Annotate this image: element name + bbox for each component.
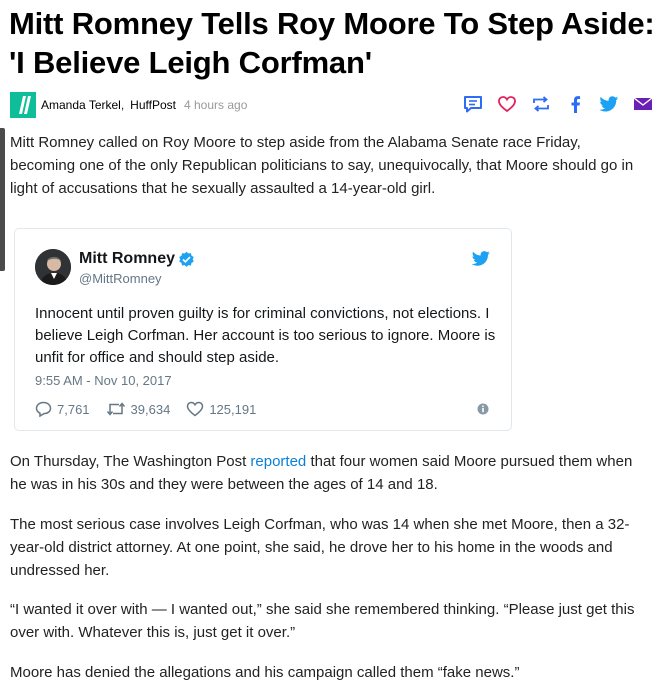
comment-button[interactable] (456, 93, 490, 115)
tweet-text: Innocent until proven guilty is for crim… (35, 305, 496, 366)
article-paragraph-2: On Thursday, The Washington Post reporte… (10, 450, 650, 496)
article-paragraph-1: Mitt Romney called on Roy Moore to step … (10, 134, 634, 197)
comment-icon (464, 96, 482, 113)
article-paragraph-4: “I wanted it over with — I wanted out,” … (10, 601, 635, 641)
article-headline: Mitt Romney Tells Roy Moore To Step Asid… (9, 6, 655, 80)
email-share-button[interactable] (626, 93, 660, 115)
reply-button[interactable]: 7,761 (35, 401, 90, 417)
byline: Amanda Terkel , HuffPost 4 hours ago (10, 92, 660, 118)
retweet-button[interactable]: 39,634 (106, 401, 171, 417)
email-icon (633, 97, 653, 110)
outlet-name: HuffPost (130, 98, 176, 112)
heart-icon (498, 96, 516, 113)
author-link[interactable]: Amanda Terkel (41, 98, 121, 112)
facebook-share-button[interactable] (558, 93, 592, 115)
like-button[interactable] (490, 93, 524, 115)
twitter-bird-icon[interactable] (471, 251, 491, 267)
huffpost-logo-icon (10, 92, 36, 118)
byline-separator: , (120, 98, 125, 112)
retweet-count: 39,634 (130, 401, 171, 417)
profile-photo-icon (35, 249, 71, 285)
publish-time: 4 hours ago (183, 98, 248, 112)
like-count: 125,191 (209, 401, 257, 417)
reported-link[interactable]: reported (250, 453, 306, 470)
reply-icon (35, 401, 52, 417)
twitter-icon (599, 95, 619, 111)
info-icon[interactable] (477, 403, 489, 415)
like-button[interactable]: 125,191 (186, 401, 256, 417)
verified-badge-icon (179, 251, 194, 267)
retweet-icon (106, 402, 125, 416)
tweet-author-handle[interactable]: @MittRomney (79, 271, 162, 286)
paragraph-2-text-start: On Thursday, The Washington Post (10, 453, 251, 470)
article-paragraph-5: Moore has denied the allegations and his… (10, 664, 520, 681)
scroll-indicator (0, 128, 5, 271)
tweet-author-name[interactable]: Mitt Romney (79, 250, 175, 268)
repost-button[interactable] (524, 93, 558, 115)
tweet-actions: 7,761 39,634 125,191 (35, 401, 272, 417)
tweet-timestamp[interactable]: 9:55 AM - Nov 10, 2017 (35, 373, 172, 388)
article-paragraph-3: The most serious case involves Leigh Cor… (10, 516, 630, 579)
share-bar (456, 93, 660, 115)
facebook-icon (571, 96, 581, 113)
reply-count: 7,761 (57, 401, 90, 417)
twitter-share-button[interactable] (592, 93, 626, 115)
retweet-icon (533, 96, 549, 112)
avatar[interactable] (35, 249, 71, 285)
embedded-tweet[interactable]: Mitt Romney @MittRomney Innocent until p… (14, 228, 512, 431)
heart-icon (187, 401, 204, 417)
